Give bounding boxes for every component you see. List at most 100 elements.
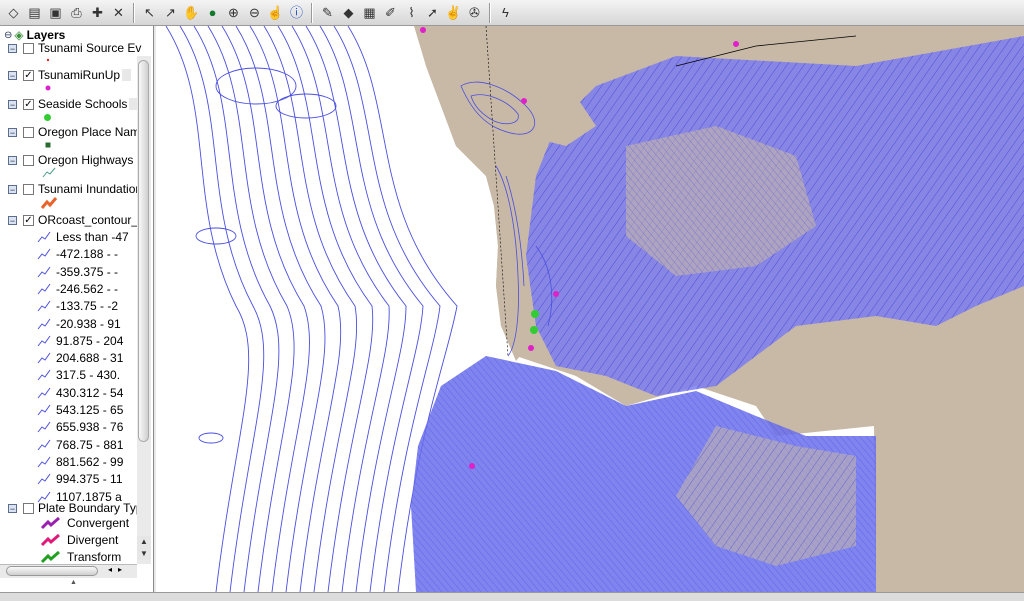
lightning-icon[interactable]: ϟ [496, 3, 515, 22]
pin-tool-icon[interactable]: ✇ [465, 3, 484, 22]
transform-symbol-icon [40, 550, 60, 564]
contour-line-icon [37, 352, 56, 364]
contour-class-item: -133.75 - -2 [37, 298, 118, 314]
contour-class-label: 994.375 - 11 [56, 472, 123, 487]
layers-panel: ⊖ ◈ Layers − Tsunami Source Ev − ✓ Tsuna… [0, 26, 154, 592]
expand-toggle[interactable]: − [8, 127, 17, 137]
contour-class-label: 91.875 - 204 [56, 333, 124, 348]
contour-class-item: 994.375 - 11 [37, 471, 123, 487]
print-icon[interactable]: ⎙ [67, 3, 86, 22]
expand-toggle[interactable]: − [8, 503, 17, 513]
plate-type-label: Convergent [67, 516, 130, 530]
contour-line [319, 26, 424, 592]
layer-checkbox[interactable] [23, 126, 34, 138]
contour-class-label: 768.75 - 881 [56, 437, 124, 452]
contour-loop [198, 432, 224, 444]
contour-class-label: -133.75 - -2 [56, 299, 119, 314]
hand-tool-icon[interactable]: ✌ [444, 3, 463, 22]
contour-line-icon [37, 335, 56, 347]
main-toolbar: ◇ ▤ ▣ ⎙ ✚ ✕ ↖ ↗ ✋ ● ⊕ ⊖ ☝ ⓘ ✎ ◆ ▦ ✐ ⌇ ➚ … [0, 0, 1024, 26]
expand-toggle[interactable]: − [8, 155, 17, 165]
layer-label: Tsunami Inundation [38, 182, 143, 196]
contour-loop [195, 227, 237, 245]
scrollbar-thumb[interactable] [6, 566, 98, 576]
contour-class-label: -20.938 - 91 [56, 316, 121, 331]
zoom-out-icon[interactable]: ⊖ [245, 3, 264, 22]
layer-row-tsunami-source[interactable]: − Tsunami Source Ev [0, 40, 141, 56]
expand-toggle[interactable]: − [8, 99, 17, 109]
add-data-icon[interactable]: ✚ [88, 3, 107, 22]
resize-grip-icon[interactable]: ▲ [70, 579, 77, 586]
layer-row-tsunami-inundation[interactable]: − Tsunami Inundation [0, 181, 142, 197]
layer-row-oregon-highways[interactable]: − Oregon Highways [0, 152, 133, 168]
layer-checkbox[interactable] [23, 42, 34, 54]
map-canvas[interactable] [156, 26, 1024, 592]
select-arrow-icon[interactable]: ↗ [161, 3, 180, 22]
layer-checkbox[interactable] [23, 502, 34, 514]
contour-line-icon [37, 283, 56, 295]
scrollbar-thumb[interactable] [138, 60, 149, 442]
contour-class-item: -20.938 - 91 [37, 316, 121, 332]
scroll-down-icon[interactable]: ▼ [137, 548, 151, 560]
scroll-up-icon[interactable]: ▲ [137, 536, 151, 548]
contour-loop [275, 93, 337, 119]
expand-toggle[interactable]: − [8, 70, 17, 80]
expand-toggle[interactable]: − [8, 43, 17, 53]
expand-toggle[interactable]: − [8, 215, 17, 225]
layer-checkbox[interactable]: ✓ [23, 98, 34, 110]
layer-checkbox[interactable] [23, 154, 34, 166]
contour-class-item: 881.562 - 99 [37, 454, 123, 470]
layer-row-plate-boundary[interactable]: − Plate Boundary Typ [0, 500, 143, 516]
open-icon[interactable]: ▤ [25, 3, 44, 22]
contour-line [277, 26, 374, 592]
contour-class-item: 317.5 - 430. [37, 367, 120, 383]
contour-class-label: 655.938 - 76 [56, 420, 124, 435]
contour-class-label: 430.312 - 54 [56, 385, 124, 400]
convergent-symbol-icon [40, 516, 60, 530]
plate-type-label: Divergent [67, 533, 119, 547]
line-icon[interactable]: ⌇ [402, 3, 421, 22]
toolbar-separator [311, 2, 313, 23]
layers-vertical-scrollbar[interactable] [137, 56, 151, 564]
info-icon[interactable]: ⓘ [287, 3, 306, 22]
contour-class-label: -472.188 - - [56, 247, 119, 262]
contour-class-label: 204.688 - 31 [56, 351, 124, 366]
scroll-left-icon[interactable]: ◂ [108, 565, 112, 574]
grab-hand-icon[interactable]: ☝ [266, 3, 285, 22]
scale-marker [122, 69, 132, 81]
save-icon[interactable]: ▣ [46, 3, 65, 22]
contour-class-item: 655.938 - 76 [37, 419, 123, 435]
collapse-icon[interactable]: ⊖ [4, 30, 12, 41]
layer-row-oregon-place-names[interactable]: − Oregon Place Nam [0, 124, 140, 140]
zoom-in-icon[interactable]: ⊕ [224, 3, 243, 22]
editing-icon[interactable]: ✎ [318, 3, 337, 22]
layers-horizontal-scrollbar[interactable]: ◂ ▸ [0, 564, 137, 578]
cursor-tool-icon[interactable]: ➚ [423, 3, 442, 22]
shape-icon[interactable]: ◆ [339, 3, 358, 22]
layer-label: Tsunami Source Ev [38, 41, 142, 55]
identify-arrow-icon[interactable]: ↖ [140, 3, 159, 22]
contour-line-icon [37, 231, 56, 243]
sketch-icon[interactable]: ✐ [381, 3, 400, 22]
map-svg [165, 26, 1024, 592]
runup-symbol-icon [45, 85, 51, 91]
scroll-right-icon[interactable]: ▸ [118, 565, 122, 574]
expand-toggle[interactable]: − [8, 184, 17, 194]
delete-icon[interactable]: ✕ [109, 3, 128, 22]
pan-hand-icon[interactable]: ✋ [182, 3, 201, 22]
layer-checkbox[interactable]: ✓ [23, 69, 34, 81]
contour-line-icon [37, 318, 56, 330]
full-extent-globe-icon[interactable]: ● [203, 3, 222, 22]
contour-class-label: 317.5 - 430. [56, 368, 121, 383]
contour-class-item: 430.312 - 54 [37, 385, 123, 401]
layer-row-orcoast-contour[interactable]: − ✓ ORcoast_contour_5 [0, 212, 145, 228]
new-map-icon[interactable]: ◇ [4, 3, 23, 22]
layer-checkbox[interactable] [23, 183, 34, 195]
plate-type-divergent: Divergent [40, 532, 118, 548]
layer-row-seaside-schools[interactable]: − ✓ Seaside Schools [0, 96, 139, 112]
layer-checkbox[interactable]: ✓ [23, 214, 34, 226]
tools-icon[interactable]: ▦ [360, 3, 379, 22]
layer-row-tsunamirunup[interactable]: − ✓ TsunamiRunUp [0, 67, 132, 83]
contour-line [235, 26, 326, 592]
contour-line-icon [37, 300, 56, 312]
